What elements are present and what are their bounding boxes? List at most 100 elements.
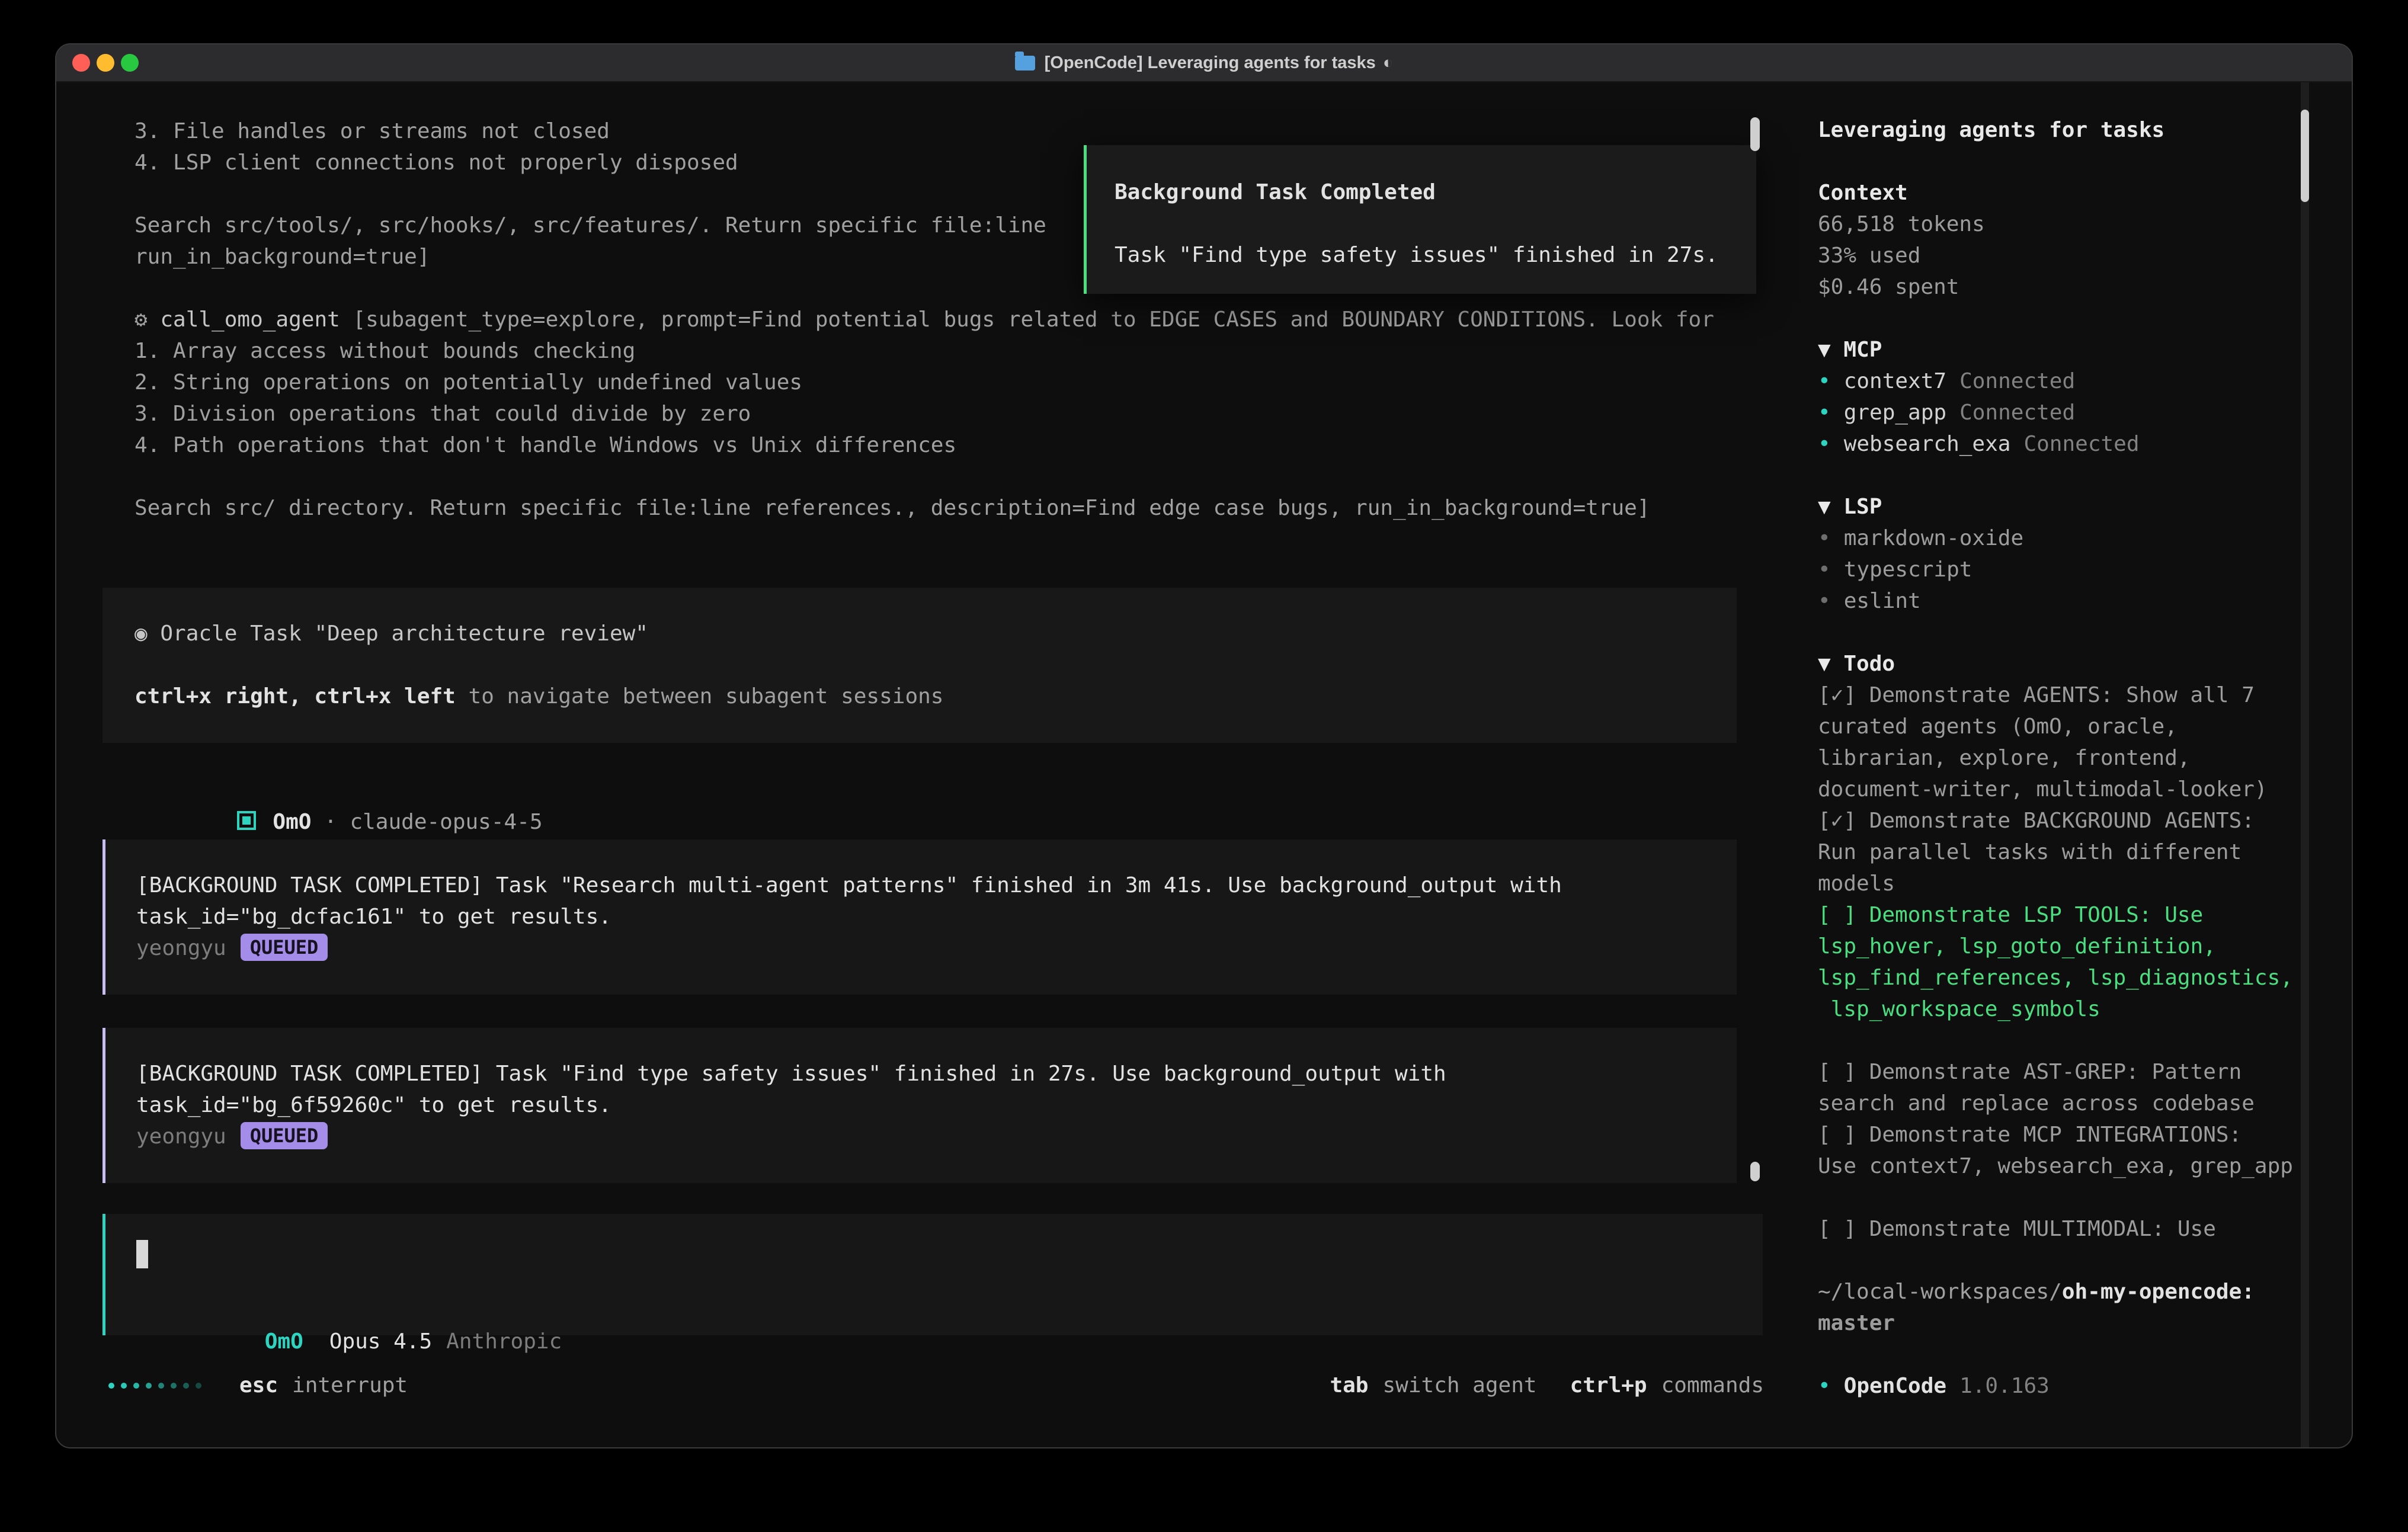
todo-line: librarian, explore, frontend, — [1818, 742, 2353, 774]
esc-key-hint: esc — [239, 1370, 278, 1401]
mcp-item: •context7Connected — [1818, 366, 2353, 397]
ctrlp-key-label: commands — [1661, 1370, 1764, 1401]
status-badge: QUEUED — [241, 934, 328, 961]
tool-arg-line: 1. Array access without bounds checking — [56, 335, 1792, 367]
mcp-item: •websearch_exaConnected — [1818, 428, 2353, 460]
context-tokens: 66,518 tokens — [1818, 209, 2353, 240]
shortcut-label: to navigate between subagent sessions — [456, 684, 944, 709]
tool-call-line: ⚙ call_omo_agent [subagent_type=explore,… — [56, 304, 1792, 335]
task-completed-toast: Background Task Completed Task "Find typ… — [1084, 145, 1756, 294]
spacer — [1818, 1025, 2353, 1056]
log-line: 3. File handles or streams not closed — [56, 116, 1792, 147]
mcp-item: •grep_appConnected — [1818, 397, 2353, 428]
oracle-task-panel: ◉ Oracle Task "Deep architecture review"… — [103, 588, 1737, 743]
mcp-section-heading[interactable]: ▼ MCP — [1818, 334, 2353, 366]
agent-model: · claude-opus-4-5 — [311, 810, 542, 834]
spacer — [1818, 460, 2353, 491]
lsp-item: •eslint — [1818, 585, 2353, 617]
lsp-item: •markdown-oxide — [1818, 523, 2353, 554]
todo-line-active: [ ] Demonstrate LSP TOOLS: Use — [1818, 899, 2353, 931]
todo-line: curated agents (OmO, oracle, — [1818, 711, 2353, 742]
model-provider: Anthropic — [446, 1329, 562, 1354]
bullet-icon: • — [1818, 557, 1831, 582]
status-badge: QUEUED — [241, 1122, 328, 1149]
todo-line-active: lsp_find_references, lsp_diagnostics, — [1818, 962, 2353, 993]
folder-icon — [1015, 56, 1035, 70]
traffic-lights — [56, 54, 139, 72]
spacer — [1818, 1339, 2353, 1370]
username: yeongyu — [136, 1124, 226, 1149]
git-branch: master — [1818, 1307, 2353, 1339]
chat-scrollbar-thumb[interactable] — [1750, 1162, 1760, 1181]
chat-scrollbar-thumb[interactable] — [1750, 117, 1760, 151]
tool-arg-line: Search src/ directory. Return specific f… — [56, 492, 1792, 524]
close-button[interactable] — [72, 54, 90, 72]
message-line: task_id="bg_dcfac161" to get results. — [105, 901, 1737, 932]
bullet-icon: • — [1818, 589, 1831, 613]
spacer — [105, 1268, 1763, 1294]
sidebar-scrollbar-track[interactable] — [2301, 82, 2309, 1448]
minimize-button[interactable] — [97, 54, 114, 72]
todo-line: models — [1818, 868, 2353, 899]
todo-line: Use context7, websearch_exa, grep_app — [1818, 1150, 2353, 1182]
activity-indicator-icon: ◐ — [1383, 53, 1394, 72]
prompt-input[interactable]: OmOOpus 4.5Anthropic — [103, 1214, 1763, 1335]
lsp-item: •typescript — [1818, 554, 2353, 585]
todo-section-heading[interactable]: ▼ Todo — [1818, 648, 2353, 680]
spacer — [103, 649, 1737, 681]
spacer — [1818, 146, 2353, 177]
toast-message: Task "Find type safety issues" finished … — [1087, 239, 1756, 271]
message-meta: yeongyu QUEUED — [105, 932, 1737, 964]
window-title: [OpenCode] Leveraging agents for tasks ◐ — [56, 53, 2352, 73]
titlebar[interactable]: [OpenCode] Leveraging agents for tasks ◐ — [56, 44, 2352, 82]
session-title: Leveraging agents for tasks — [1818, 114, 2353, 146]
model-selector[interactable]: OmOOpus 4.5Anthropic — [105, 1294, 1763, 1326]
todo-line: [✓] Demonstrate AGENTS: Show all 7 — [1818, 680, 2353, 711]
tab-key-hint: tab — [1330, 1370, 1368, 1401]
sidebar: Leveraging agents for tasks Context 66,5… — [1792, 82, 2353, 1448]
ctrlp-key-hint: ctrl+p — [1570, 1370, 1647, 1401]
agent-square-icon — [237, 811, 256, 830]
todo-line: [ ] Demonstrate AST-GREP: Pattern — [1818, 1056, 2353, 1088]
bullet-icon: • — [1818, 400, 1831, 425]
lsp-section-heading[interactable]: ▼ LSP — [1818, 491, 2353, 523]
context-spent: $0.46 spent — [1818, 271, 2353, 303]
statusbar: escinterrupt tabswitch agentctrl+pcomman… — [56, 1370, 1792, 1401]
zoom-button[interactable] — [121, 54, 139, 72]
agent-session-header[interactable]: OmO · claude-opus-4-5 — [56, 775, 1792, 806]
bullet-icon: • — [1818, 1374, 1831, 1398]
todo-line: [✓] Demonstrate BACKGROUND AGENTS: — [1818, 805, 2353, 836]
window-body: 3. File handles or streams not closed 4.… — [56, 82, 2352, 1448]
chat-pane: 3. File handles or streams not closed 4.… — [56, 82, 1792, 1448]
text-cursor — [136, 1240, 148, 1268]
background-task-message: [BACKGROUND TASK COMPLETED] Task "Resear… — [103, 839, 1737, 995]
app-version-line: •OpenCode1.0.163 — [1818, 1370, 2353, 1402]
app-name: OpenCode — [1844, 1374, 1946, 1398]
message-line: task_id="bg_6f59260c" to get results. — [105, 1089, 1737, 1121]
context-used: 33% used — [1818, 240, 2353, 271]
spacer — [1818, 1182, 2353, 1213]
terminal-window: [OpenCode] Leveraging agents for tasks◐ … — [55, 43, 2353, 1448]
sidebar-scrollbar-thumb[interactable] — [2301, 110, 2309, 202]
spacer — [1818, 1245, 2353, 1276]
message-line: [BACKGROUND TASK COMPLETED] Task "Find t… — [105, 1058, 1737, 1089]
message-line: [BACKGROUND TASK COMPLETED] Task "Resear… — [105, 870, 1737, 901]
window-title-text: [OpenCode] Leveraging agents for tasks — [1045, 53, 1376, 72]
active-model-name: Opus 4.5 — [329, 1329, 432, 1354]
workspace-path: ~/local-workspaces/oh-my-opencode: — [1818, 1276, 2353, 1307]
todo-line-active: lsp_hover, lsp_goto_definition, — [1818, 931, 2353, 962]
username: yeongyu — [136, 936, 226, 960]
gear-icon: ⚙ — [135, 307, 148, 332]
repo-name: oh-my-opencode: — [2062, 1280, 2255, 1304]
spinner-dots-icon — [108, 1383, 201, 1389]
statusbar-left: escinterrupt — [108, 1370, 408, 1401]
todo-line: [ ] Demonstrate MCP INTEGRATIONS: — [1818, 1119, 2353, 1150]
tool-arg-line: 2. String operations on potentially unde… — [56, 367, 1792, 398]
spacer — [56, 461, 1792, 492]
todo-line: [ ] Demonstrate MULTIMODAL: Use — [1818, 1213, 2353, 1245]
background-task-message: [BACKGROUND TASK COMPLETED] Task "Find t… — [103, 1028, 1737, 1183]
spacer — [1087, 208, 1756, 239]
spacer — [1818, 303, 2353, 334]
oracle-hint: ctrl+x right, ctrl+x left to navigate be… — [103, 681, 1737, 712]
context-heading: Context — [1818, 177, 2353, 209]
